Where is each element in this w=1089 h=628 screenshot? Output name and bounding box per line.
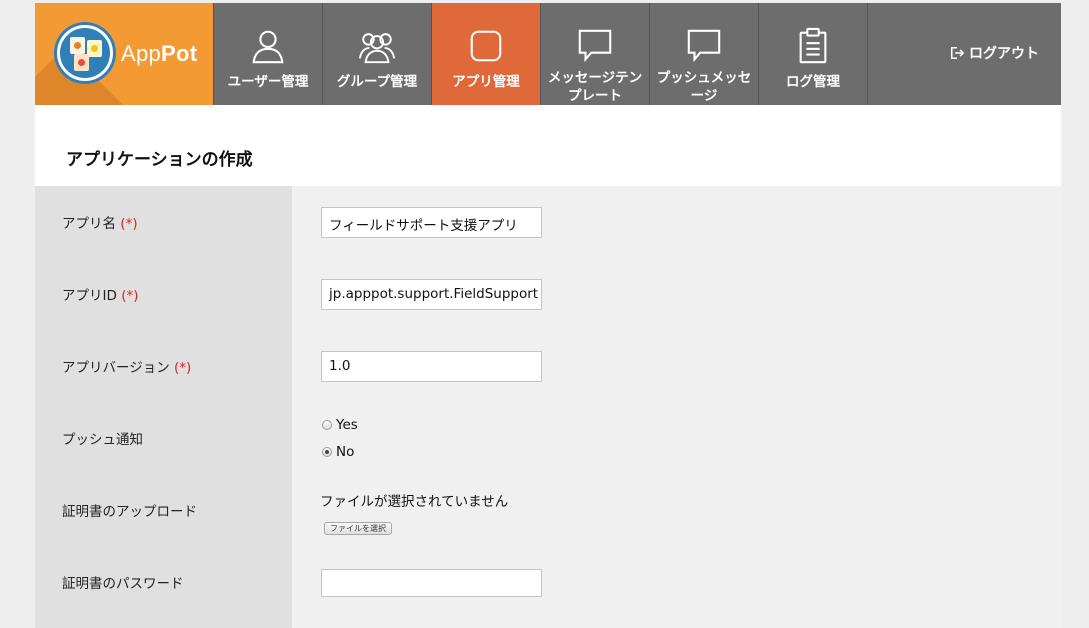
logo-card: [70, 37, 85, 54]
log-icon: [799, 27, 827, 64]
nav-label-users: ユーザー管理: [227, 74, 309, 90]
app-name-label: アプリ名 (*): [62, 216, 138, 232]
page-title: アプリケーションの作成: [66, 150, 253, 170]
file-status-text: ファイルが選択されていません: [320, 494, 509, 510]
nav-label-apps: アプリ管理: [452, 74, 520, 90]
nav-label-push-messages: プッシュメッセ ージ: [656, 70, 752, 104]
user-icon: [252, 30, 284, 64]
choose-file-button[interactable]: ファイルを選択: [324, 522, 392, 535]
logout-label: ログアウト: [969, 46, 1039, 62]
brand-logo[interactable]: AppPot: [35, 3, 213, 105]
app-id-label: アプリID (*): [62, 288, 139, 304]
nav-label-logs: ログ管理: [786, 74, 840, 90]
app-version-input[interactable]: 1.0: [321, 351, 542, 382]
form-label-column: [35, 186, 292, 628]
required-mark: (*): [174, 360, 192, 376]
logo-card: [74, 54, 89, 71]
app-window: AppPot ユーザー管理 グループ管理 アプリ管理 メッセージテン プレート …: [35, 3, 1061, 628]
push-message-icon: [687, 29, 721, 63]
nav-item-message-templates[interactable]: メッセージテン プレート: [540, 3, 649, 105]
group-icon: [358, 33, 396, 64]
nav-item-groups[interactable]: グループ管理: [322, 3, 431, 105]
required-mark: (*): [121, 288, 139, 304]
push-option-yes-label: Yes: [336, 417, 358, 433]
push-option-no[interactable]: No: [322, 444, 354, 460]
nav-label-groups: グループ管理: [336, 74, 418, 90]
app-name-input[interactable]: フィールドサポート支援アプリ: [321, 207, 542, 238]
brand-name: AppPot: [121, 41, 198, 66]
radio-no[interactable]: [322, 447, 332, 457]
nav-item-push-messages[interactable]: プッシュメッセ ージ: [649, 3, 758, 105]
required-mark: (*): [120, 216, 138, 232]
nav-label-message-templates: メッセージテン プレート: [547, 70, 643, 104]
nav-item-logs[interactable]: ログ管理: [758, 3, 867, 105]
push-notification-label: プッシュ通知: [62, 432, 143, 448]
page-header: アプリケーションの作成: [35, 105, 1061, 186]
logout-button[interactable]: ログアウト: [950, 43, 1039, 63]
app-id-input[interactable]: jp.apppot.support.FieldSupport: [321, 279, 542, 310]
nav-spacer: ログアウト: [867, 3, 1061, 105]
cert-upload-label: 証明書のアップロード: [62, 504, 197, 520]
logo-card: [87, 40, 102, 57]
apppot-logo-icon: [57, 25, 113, 81]
app-version-label: アプリバージョン (*): [62, 360, 192, 376]
message-template-icon: [578, 29, 612, 63]
cert-password-input[interactable]: [321, 569, 542, 597]
nav-item-apps[interactable]: アプリ管理: [431, 3, 540, 105]
logout-icon: [950, 46, 964, 60]
app-icon: [470, 30, 502, 62]
top-navigation: AppPot ユーザー管理 グループ管理 アプリ管理 メッセージテン プレート …: [35, 3, 1061, 105]
cert-password-label: 証明書のパスワード: [62, 576, 184, 592]
nav-item-users[interactable]: ユーザー管理: [213, 3, 322, 105]
app-create-form: アプリ名 (*) フィールドサポート支援アプリ アプリID (*) jp.app…: [35, 186, 1061, 628]
push-option-yes[interactable]: Yes: [322, 417, 358, 433]
radio-yes[interactable]: [322, 420, 332, 430]
push-option-no-label: No: [336, 444, 355, 460]
